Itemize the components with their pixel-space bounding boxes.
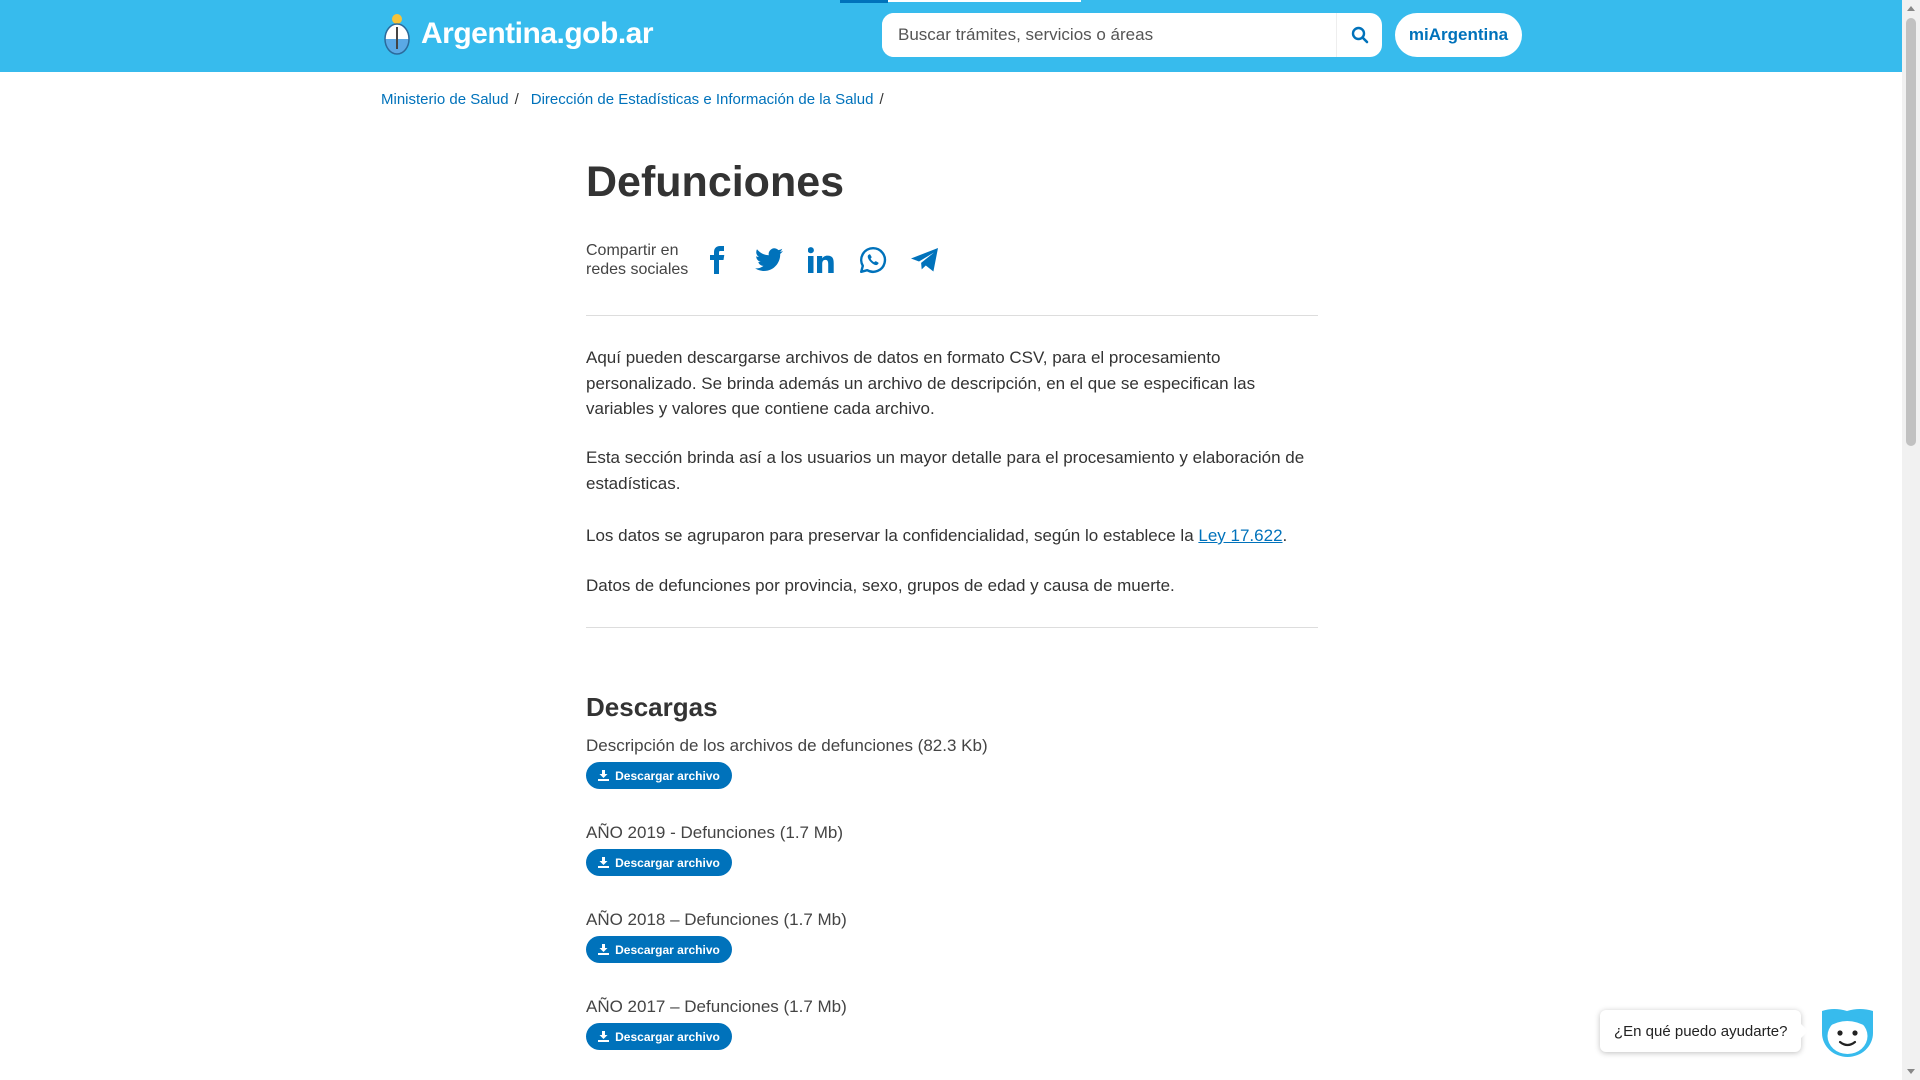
download-icon <box>598 944 610 955</box>
share-label-line1: Compartir en <box>586 242 679 259</box>
download-button-label: Descargar archivo <box>615 1029 720 1044</box>
download-item-name: AÑO 2017 – Defunciones (1.7 Mb) <box>586 997 847 1016</box>
download-button-label: Descargar archivo <box>615 942 720 957</box>
download-item: Descripción de los archivos de defuncion… <box>586 736 988 789</box>
share-whatsapp-button[interactable] <box>858 245 888 275</box>
telegram-icon <box>911 248 938 272</box>
share-twitter-button[interactable] <box>754 245 784 275</box>
page-title: Defunciones <box>586 158 845 206</box>
download-item-name: Descripción de los archivos de defuncion… <box>586 736 988 755</box>
scrollbar-thumb[interactable] <box>1906 18 1916 446</box>
active-indicator <box>840 0 888 3</box>
twitter-icon <box>755 248 783 271</box>
download-icon <box>598 770 610 781</box>
miargentina-button[interactable]: miArgentina <box>1395 13 1522 57</box>
chat-prompt-bubble[interactable]: ¿En qué puedo ayudarte? <box>1600 1010 1809 1052</box>
chatbot-button[interactable] <box>1820 1007 1875 1057</box>
downloads-heading: Descargas <box>586 692 718 722</box>
scroll-up-arrow[interactable] <box>1907 6 1915 11</box>
confidentiality-paragraph: Los datos se agruparon para preservar la… <box>586 523 1318 549</box>
download-item-name: AÑO 2018 – Defunciones (1.7 Mb) <box>586 910 847 929</box>
breadcrumb-item-direccion[interactable]: Dirección de Estadísticas e Información … <box>531 91 874 108</box>
download-item: AÑO 2018 – Defunciones (1.7 Mb) Descarga… <box>586 910 847 963</box>
search-button[interactable] <box>1336 13 1382 57</box>
download-button[interactable]: Descargar archivo <box>586 936 732 963</box>
breadcrumb-separator: / <box>879 91 884 108</box>
download-button[interactable]: Descargar archivo <box>586 762 732 789</box>
share-linkedin-button[interactable] <box>806 245 836 275</box>
divider <box>586 627 1318 628</box>
whatsapp-icon <box>860 246 887 273</box>
share-label-line2: redes sociales <box>586 261 689 278</box>
breadcrumb-separator: / <box>514 91 519 108</box>
share-label: Compartir en redes sociales <box>586 241 696 279</box>
breadcrumb: Ministerio de Salud / Dirección de Estad… <box>381 91 890 108</box>
download-button[interactable]: Descargar archivo <box>586 1023 732 1050</box>
download-button-label: Descargar archivo <box>615 855 720 870</box>
share-icons <box>702 245 940 275</box>
brand-logo-link[interactable]: Argentina.gob.ar <box>381 12 654 56</box>
top-header: Argentina.gob.ar miArgentina <box>0 0 1902 72</box>
download-icon <box>598 1031 610 1042</box>
confidentiality-end: . <box>1282 526 1288 545</box>
confidentiality-text: Los datos se agruparon para preservar la… <box>586 526 1199 545</box>
download-item: AÑO 2019 - Defunciones (1.7 Mb) Descarga… <box>586 823 843 876</box>
search-box <box>882 13 1382 57</box>
data-description-paragraph: Datos de defunciones por provincia, sexo… <box>586 576 1175 595</box>
search-input[interactable] <box>882 13 1336 57</box>
download-button-label: Descargar archivo <box>615 768 720 783</box>
download-button[interactable]: Descargar archivo <box>586 849 732 876</box>
share-section: Compartir en redes sociales <box>586 241 940 279</box>
linkedin-icon <box>808 247 834 273</box>
chatbot-face-icon <box>1822 1009 1873 1057</box>
scroll-down-arrow[interactable] <box>1907 1069 1915 1074</box>
facebook-icon <box>710 246 725 274</box>
divider <box>586 315 1318 316</box>
page-scrollbar[interactable] <box>1902 0 1920 1080</box>
download-item: AÑO 2017 – Defunciones (1.7 Mb) Descarga… <box>586 997 847 1050</box>
intro-paragraph: Aquí pueden descargarse archivos de dato… <box>586 348 1256 418</box>
brand-name: Argentina.gob.ar <box>421 17 654 50</box>
search-icon <box>1351 26 1368 44</box>
share-telegram-button[interactable] <box>910 245 940 275</box>
download-item-name: AÑO 2019 - Defunciones (1.7 Mb) <box>586 823 844 842</box>
header-highlight <box>888 0 1081 2</box>
coat-of-arms-icon <box>384 14 410 55</box>
share-facebook-button[interactable] <box>702 245 732 275</box>
breadcrumb-item-ministerio[interactable]: Ministerio de Salud <box>381 91 509 108</box>
ley-link[interactable]: Ley 17.622 <box>1198 526 1282 545</box>
detail-paragraph: Esta sección brinda así a los usuarios u… <box>586 448 1305 493</box>
download-icon <box>598 857 610 868</box>
